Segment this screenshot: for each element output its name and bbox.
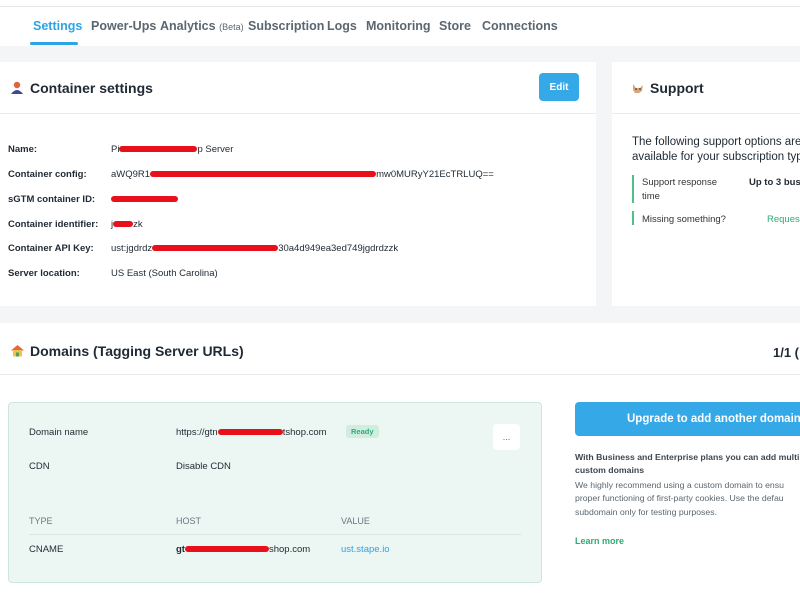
container-config-suffix: mw0MURyY21EcTRLUQ== bbox=[376, 169, 494, 180]
tab-subscription[interactable]: Subscription bbox=[248, 19, 324, 33]
container-config-label: Container config: bbox=[8, 169, 87, 180]
container-settings-title: Container settings bbox=[30, 80, 153, 96]
top-navigation: Settings Power-Ups Analytics (Beta) Subs… bbox=[0, 0, 800, 46]
support-item-accent bbox=[632, 175, 634, 203]
tab-monitoring[interactable]: Monitoring bbox=[366, 19, 431, 33]
sgtm-container-id-value bbox=[111, 194, 178, 205]
redaction-mark bbox=[152, 245, 279, 252]
host-column-header: HOST bbox=[176, 516, 202, 526]
user-icon bbox=[11, 81, 23, 94]
name-value-prefix: Pi bbox=[111, 144, 120, 155]
name-label: Name: bbox=[8, 144, 38, 155]
tab-logs[interactable]: Logs bbox=[327, 19, 357, 33]
tab-connections[interactable]: Connections bbox=[482, 19, 558, 33]
container-identifier-value: j zk bbox=[111, 219, 143, 230]
name-value-suffix: p Server bbox=[197, 144, 234, 155]
server-location-value: US East (South Carolina) bbox=[111, 268, 218, 279]
domain-name-prefix: https://gtn bbox=[176, 427, 218, 438]
tab-store[interactable]: Store bbox=[439, 19, 471, 33]
redaction-mark bbox=[119, 146, 198, 153]
container-config-prefix: aWQ9R1 bbox=[111, 169, 151, 180]
upgrade-text-line1: With Business and Enterprise plans you c… bbox=[575, 452, 800, 462]
beta-tag: (Beta) bbox=[219, 22, 244, 32]
more-options-button[interactable]: ... bbox=[493, 424, 520, 450]
container-api-key-value: ust:jgdrdz 30a4d949ea3ed749jgdrdzzk bbox=[111, 243, 398, 254]
domain-name-label: Domain name bbox=[29, 427, 89, 438]
support-item-accent bbox=[632, 211, 634, 225]
table-divider bbox=[29, 534, 521, 535]
redaction-mark bbox=[111, 196, 178, 203]
redaction-mark bbox=[217, 429, 283, 436]
domain-name-value: https://gtn tshop.com bbox=[176, 427, 327, 438]
edit-button[interactable]: Edit bbox=[539, 73, 579, 101]
container-identifier-label: Container identifier: bbox=[8, 219, 99, 230]
tab-analytics[interactable]: Analytics (Beta) bbox=[160, 19, 244, 33]
upgrade-text-line2: custom domains bbox=[575, 465, 645, 475]
support-response-label: Support response bbox=[642, 177, 717, 188]
value-column-header: VALUE bbox=[341, 516, 370, 526]
type-column-header: TYPE bbox=[29, 516, 53, 526]
top-divider bbox=[0, 6, 800, 7]
redaction-mark bbox=[184, 546, 269, 553]
record-host-suffix: shop.com bbox=[268, 544, 311, 555]
record-type-value: CNAME bbox=[29, 544, 64, 555]
container-config-value: aWQ9R1 mw0MURyY21EcTRLUQ== bbox=[111, 169, 494, 180]
domain-name-suffix: tshop.com bbox=[282, 427, 327, 438]
record-value-link[interactable]: ust.stape.io bbox=[341, 544, 390, 555]
upgrade-text-line4: proper functioning of first-party cookie… bbox=[575, 493, 784, 503]
tab-power-ups[interactable]: Power-Ups bbox=[91, 19, 156, 33]
domains-title: Domains (Tagging Server URLs) bbox=[30, 343, 244, 359]
container-divider bbox=[0, 113, 596, 114]
redaction-mark bbox=[113, 221, 134, 228]
support-response-label-line2: time bbox=[642, 191, 660, 202]
status-badge: Ready bbox=[346, 425, 379, 438]
container-settings-card bbox=[0, 62, 596, 306]
container-api-key-label: Container API Key: bbox=[8, 243, 94, 254]
missing-something-label: Missing something? bbox=[642, 214, 726, 225]
upgrade-text-line5: subdomain only for testing purposes. bbox=[575, 507, 717, 517]
tab-analytics-label: Analytics bbox=[160, 19, 216, 33]
request-link[interactable]: Request bbox=[767, 214, 800, 225]
support-description-line1: The following support options are bbox=[632, 136, 800, 148]
record-host-prefix: gt bbox=[176, 544, 185, 555]
cdn-value[interactable]: Disable CDN bbox=[176, 461, 231, 472]
support-divider bbox=[612, 113, 800, 114]
domains-divider bbox=[0, 374, 800, 375]
api-key-prefix: ust:jgdrdz bbox=[111, 243, 153, 254]
house-icon bbox=[11, 345, 24, 357]
support-title: Support bbox=[650, 80, 704, 96]
active-tab-indicator bbox=[30, 42, 78, 45]
server-location-label: Server location: bbox=[8, 268, 80, 279]
support-response-value: Up to 3 busi bbox=[749, 177, 800, 188]
api-key-suffix: 30a4d949ea3ed749jgdrdzzk bbox=[278, 243, 399, 254]
upgrade-text-line3: We highly recommend using a custom domai… bbox=[575, 480, 784, 490]
container-identifier-suffix: zk bbox=[133, 219, 143, 230]
name-value: Pi p Server bbox=[111, 144, 233, 155]
support-description-line2: available for your subscription type bbox=[632, 151, 800, 163]
record-host-value: gt shop.com bbox=[176, 544, 310, 555]
sgtm-container-id-label: sGTM container ID: bbox=[8, 194, 96, 205]
redaction-mark bbox=[150, 171, 377, 178]
learn-more-link[interactable]: Learn more bbox=[575, 536, 624, 546]
upgrade-domain-button[interactable]: Upgrade to add another domain bbox=[575, 402, 800, 436]
cdn-label: CDN bbox=[29, 461, 50, 472]
tab-settings[interactable]: Settings bbox=[33, 19, 82, 33]
domains-count: 1/1 ( bbox=[773, 345, 800, 360]
support-icon bbox=[633, 84, 643, 93]
